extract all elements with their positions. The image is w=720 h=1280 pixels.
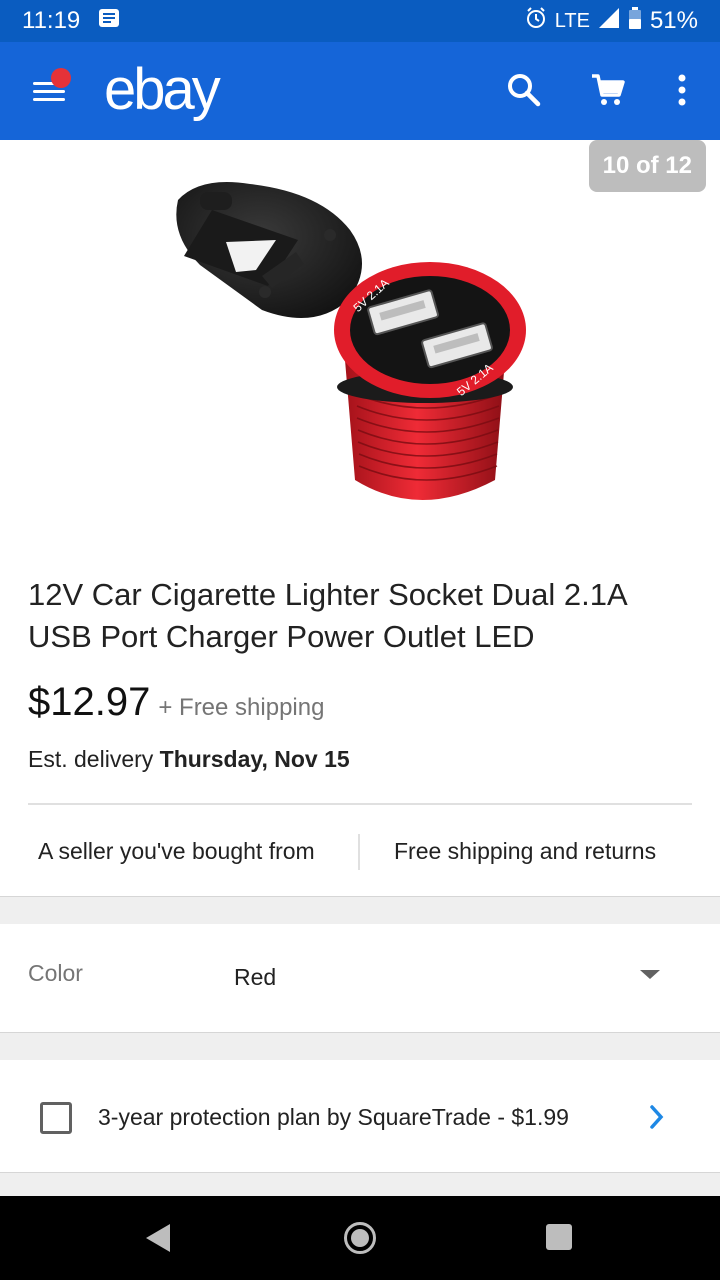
protection-plan-row[interactable]: 3-year protection plan by SquareTrade - … [0,1060,720,1172]
menu-icon[interactable] [30,68,71,112]
section-separator [0,1172,720,1196]
seller-badges: A seller you've bought from Free shippin… [0,830,720,874]
ebay-logo[interactable]: ebay [104,56,221,123]
delivery-prefix: Est. delivery [28,746,154,772]
shipping-info: + Free shipping [158,694,325,721]
status-bar: 11:19 LTE 51% [0,0,720,42]
alarm-icon [525,6,547,36]
home-icon[interactable] [344,1222,376,1254]
image-counter: 10 of 12 [588,140,706,192]
divider [28,803,692,805]
color-value: Red [234,964,277,990]
notification-icon [98,7,120,35]
section-separator [0,896,720,924]
app-bar: ebay [0,42,720,140]
notification-badge [51,68,71,88]
delivery-estimate: Est. delivery Thursday, Nov 15 [28,746,350,773]
badge-separator [358,834,360,870]
protection-checkbox[interactable] [40,1102,72,1134]
network-type: LTE [554,9,590,32]
signal-icon [598,7,620,36]
protection-plan-label: 3-year protection plan by SquareTrade - … [98,1104,569,1130]
product-image: 5V 2.1A 5V 2.1A [176,182,526,500]
delivery-date: Thursday, Nov 15 [159,746,350,772]
cart-icon[interactable] [586,68,630,112]
back-icon[interactable] [146,1224,170,1252]
listing-title: 12V Car Cigarette Lighter Socket Dual 2.… [28,577,626,654]
more-vert-icon[interactable] [660,68,704,112]
recent-apps-icon[interactable] [546,1224,572,1250]
seller-badge: A seller you've bought from [38,838,315,864]
section-separator [0,1032,720,1060]
status-time: 11:19 [22,7,81,34]
system-nav-bar [0,1196,720,1280]
price: $12.97 [28,680,151,724]
returns-badge: Free shipping and returns [394,838,657,864]
price-row: $12.97 + Free shipping [28,680,324,725]
color-selector[interactable]: Color Red [0,924,720,1032]
dropdown-arrow-icon [640,970,660,979]
battery-icon [628,6,642,36]
product-image-gallery[interactable]: 5V 2.1A 5V 2.1A 10 of 12 [0,140,720,555]
color-label: Color [28,960,83,986]
chevron-right-icon[interactable] [648,1104,666,1135]
search-icon[interactable] [502,68,546,112]
battery-level: 51% [649,7,698,34]
